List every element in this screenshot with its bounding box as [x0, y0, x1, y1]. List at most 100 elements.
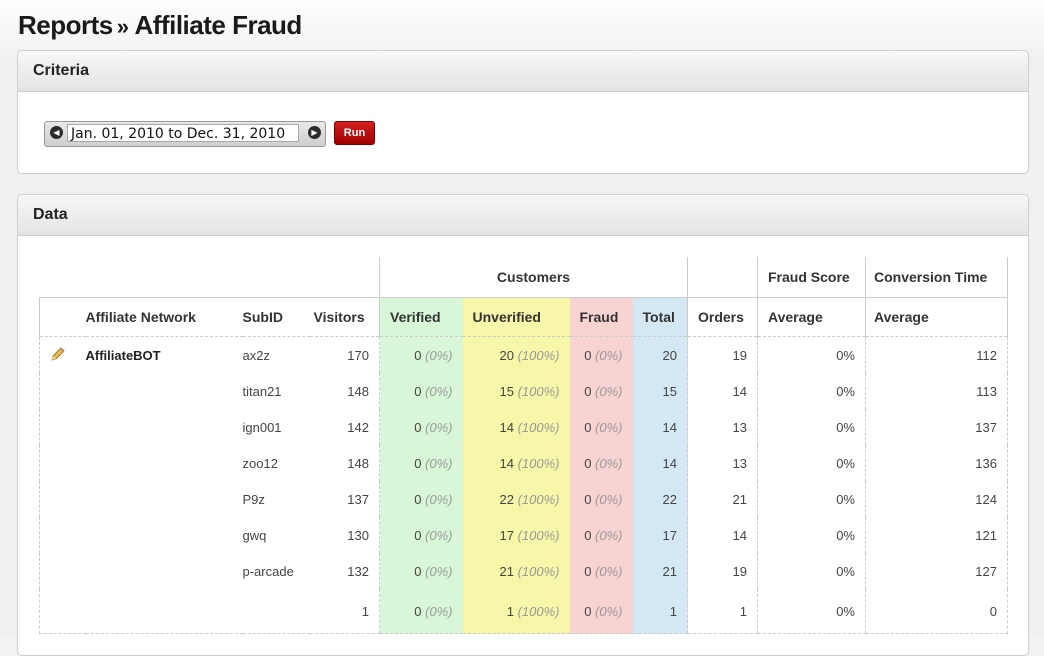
cell-subid: titan21: [242, 383, 282, 399]
cell-total: 22: [632, 481, 688, 517]
unverified-count: 14: [499, 455, 514, 471]
table-body: AffiliateBOT ax2z 170 0 (0%) 20 (100%) 0 (0%)…: [39, 336, 1008, 634]
cell-conversion-time: 112: [865, 336, 1008, 373]
verified-count: 0: [414, 527, 422, 543]
cell-total: 14: [632, 445, 688, 481]
cell-verified: 0 (0%): [379, 336, 463, 373]
table-group-header-row: Customers Fraud Score Conversion Time: [40, 257, 1008, 298]
unverified-count: 1: [506, 603, 514, 619]
cell-conversion-time: 124: [865, 481, 1008, 517]
fraud-percent: (0%): [595, 347, 623, 363]
chevron-left-icon[interactable]: ◀: [50, 126, 63, 139]
unverified-count: 22: [499, 491, 514, 507]
col-verified[interactable]: Verified: [379, 297, 463, 337]
cell-orders: 14: [687, 517, 758, 553]
cell-total: 17: [632, 517, 688, 553]
unverified-percent: (100%): [517, 491, 560, 507]
cell-orders: 13: [687, 409, 758, 445]
cell-visitors: 170: [347, 347, 369, 363]
cell-total: 14: [632, 409, 688, 445]
col-fraud[interactable]: Fraud: [569, 297, 633, 337]
unverified-count: 14: [499, 419, 514, 435]
cell-visitors: 148: [347, 383, 369, 399]
unverified-count: 21: [499, 563, 514, 579]
cell-subid: [242, 589, 310, 634]
cell-visitors: 142: [347, 419, 369, 435]
cell-subid: zoo12: [242, 455, 278, 471]
fraud-count: 0: [584, 383, 592, 399]
cell-orders: 21: [687, 481, 758, 517]
cell-visitors: 1: [309, 589, 380, 634]
fraud-count: 0: [584, 347, 592, 363]
data-panel: Data Customers Fraud Score Conversion Ti…: [17, 194, 1029, 656]
cell-fraud: 0 (0%): [569, 445, 633, 481]
cell-conversion-time: 137: [865, 409, 1008, 445]
cell-fraud-score: 0%: [757, 481, 866, 517]
cell-unverified: 20 (100%): [462, 336, 570, 373]
fraud-count: 0: [584, 603, 592, 619]
table-row: zoo12 148 0 (0%) 14 (100%) 0 (0%) 14 13 0% 136: [39, 445, 1008, 481]
cell-conversion-time: 127: [865, 553, 1008, 589]
cell-orders: 1: [687, 589, 758, 634]
col-total[interactable]: Total: [632, 297, 688, 337]
chevron-right-icon[interactable]: ▶: [308, 126, 321, 139]
fraud-percent: (0%): [595, 383, 623, 399]
fraud-percent: (0%): [595, 527, 623, 543]
affiliate-network-name[interactable]: AffiliateBOT: [86, 348, 161, 363]
cell-fraud: 0 (0%): [569, 336, 633, 373]
date-range-input[interactable]: Jan. 01, 2010 to Dec. 31, 2010: [67, 124, 299, 142]
verified-percent: (0%): [425, 419, 453, 435]
cell-verified: 0 (0%): [379, 517, 463, 553]
cell-unverified: 14 (100%): [462, 445, 570, 481]
cell-orders: 13: [687, 445, 758, 481]
cell-conversion-time: 136: [865, 445, 1008, 481]
fraud-count: 0: [584, 491, 592, 507]
date-range-picker[interactable]: ◀ Jan. 01, 2010 to Dec. 31, 2010 ▶: [44, 121, 326, 147]
cell-unverified: 15 (100%): [462, 373, 570, 409]
fraud-percent: (0%): [595, 419, 623, 435]
cell-verified: 0 (0%): [379, 481, 463, 517]
cell-verified: 0 (0%): [379, 373, 463, 409]
conversion-time-group-header: Conversion Time: [865, 257, 1008, 298]
col-conversion-time-average[interactable]: Average: [865, 297, 1008, 337]
breadcrumb-reports[interactable]: Reports: [18, 10, 113, 40]
cell-unverified: 14 (100%): [462, 409, 570, 445]
unverified-percent: (100%): [517, 383, 560, 399]
cell-unverified: 21 (100%): [462, 553, 570, 589]
customers-group-header: Customers: [379, 257, 688, 298]
cell-conversion-time: 113: [865, 373, 1008, 409]
fraud-percent: (0%): [595, 603, 623, 619]
cell-fraud-score: 0%: [757, 445, 866, 481]
pencil-icon[interactable]: [50, 346, 66, 362]
fraud-count: 0: [584, 455, 592, 471]
cell-subid: gwq: [242, 527, 267, 543]
fraud-count: 0: [584, 527, 592, 543]
fraud-percent: (0%): [595, 563, 623, 579]
col-affiliate-network[interactable]: Affiliate Network: [85, 297, 243, 337]
breadcrumb-separator: »: [116, 14, 129, 39]
unverified-count: 15: [499, 383, 514, 399]
table-row: 10 (0%) 1 (100%) 0 (0%) 1 1 0% 0: [39, 589, 1008, 634]
col-subid[interactable]: SubID: [242, 297, 310, 337]
cell-fraud: 0 (0%): [569, 553, 633, 589]
cell-fraud-score: 0%: [757, 589, 866, 634]
cell-fraud-score: 0%: [757, 409, 866, 445]
col-orders[interactable]: Orders: [687, 297, 758, 337]
verified-percent: (0%): [425, 347, 453, 363]
cell-subid: ax2z: [242, 347, 270, 363]
verified-percent: (0%): [425, 603, 453, 619]
cell-subid: p-arcade: [242, 563, 294, 579]
run-button[interactable]: Run: [334, 121, 375, 145]
cell-orders: 19: [687, 553, 758, 589]
unverified-percent: (100%): [517, 527, 560, 543]
cell-subid: ign001: [242, 419, 282, 435]
col-visitors[interactable]: Visitors: [309, 297, 380, 337]
cell-unverified: 22 (100%): [462, 481, 570, 517]
cell-fraud-score: 0%: [757, 373, 866, 409]
cell-fraud: 0 (0%): [569, 373, 633, 409]
cell-fraud: 0 (0%): [569, 481, 633, 517]
cell-unverified: 1 (100%): [462, 589, 570, 634]
col-fraud-score-average[interactable]: Average: [757, 297, 866, 337]
cell-conversion-time: 0: [865, 589, 1008, 634]
col-unverified[interactable]: Unverified: [462, 297, 570, 337]
